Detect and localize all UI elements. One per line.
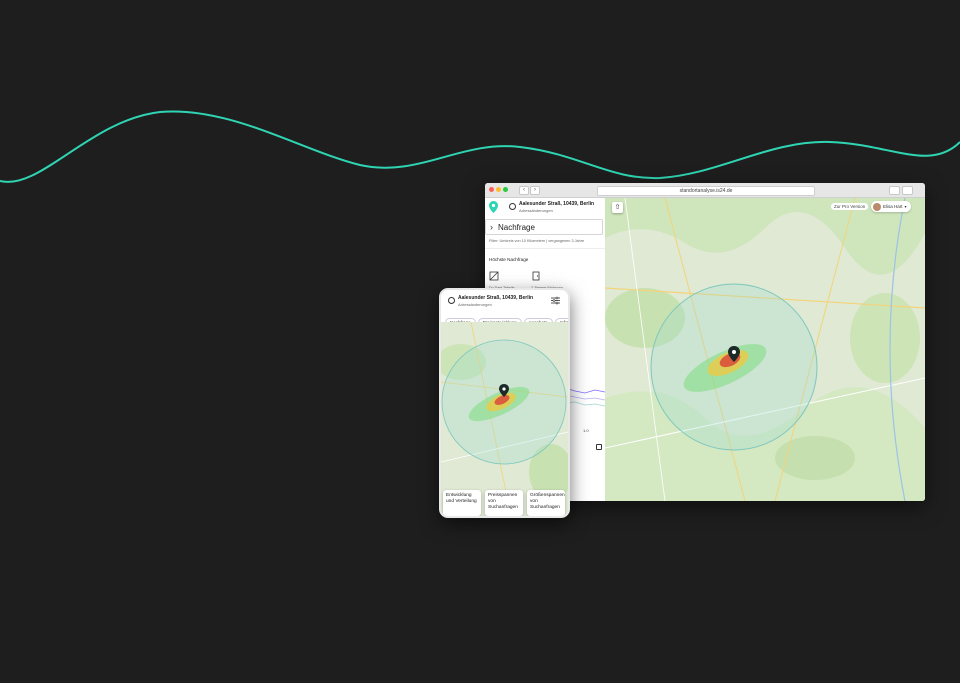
- filter-sliders-icon[interactable]: [551, 296, 560, 305]
- search-icon: [509, 203, 516, 210]
- sidebar-line-chart: [565, 387, 605, 407]
- location-pin-logo-icon: [489, 201, 498, 213]
- highest-demand-heading: Höchste Nachfrage: [489, 257, 529, 262]
- address-subtext: Adressänderungen: [519, 208, 553, 213]
- share-button[interactable]: [889, 186, 900, 195]
- upload-button[interactable]: ⇧: [612, 202, 623, 213]
- mobile-address-sub: Adressänderungen: [458, 302, 492, 307]
- card-groessenspannen[interactable]: Größenspannen von Suchanfragen: [527, 490, 565, 516]
- section-title: Nachfrage: [498, 223, 535, 232]
- address-search[interactable]: Aalesunder Straß, 10439, Berlin Adressän…: [505, 200, 603, 214]
- mobile-map-view[interactable]: [441, 322, 568, 516]
- tabs-button[interactable]: [902, 186, 913, 195]
- pro-version-button[interactable]: Zur Pro Version: [831, 203, 869, 210]
- maximize-window-button[interactable]: [503, 187, 508, 192]
- map-view[interactable]: ⇧ Zur Pro Version Elisa Hart ▾: [605, 198, 925, 501]
- demand-item-a: Du Dant Tabelle: [489, 268, 515, 290]
- door-icon: [532, 271, 540, 281]
- filter-text: Filter: Umkreis von 10 Kilometern | verg…: [489, 239, 585, 243]
- map-canvas: [605, 198, 925, 501]
- card-preisspannen[interactable]: Preisspannen von Suchanfragen: [485, 490, 523, 516]
- mobile-device: Aalesunder Straß, 10439, Berlin Adressän…: [439, 288, 570, 518]
- demand-item-b: 2-Zimmer Wohnung: [531, 268, 563, 290]
- browser-titlebar: ‹ › standortanalyse.is24.de: [485, 183, 925, 198]
- minimize-window-button[interactable]: [496, 187, 501, 192]
- mobile-map-canvas: [441, 322, 568, 516]
- mobile-address: Aalesunder Straß, 10439, Berlin: [458, 295, 534, 301]
- user-menu[interactable]: Elisa Hart ▾: [871, 201, 911, 212]
- back-button[interactable]: ‹: [519, 186, 529, 195]
- url-bar[interactable]: standortanalyse.is24.de: [597, 186, 815, 196]
- section-header[interactable]: › Nachfrage: [485, 219, 603, 235]
- user-name: Elisa Hart: [883, 204, 903, 209]
- mobile-search[interactable]: Aalesunder Straß, 10439, Berlin Adressän…: [445, 294, 563, 308]
- avatar: [873, 202, 881, 211]
- upload-icon: ⇧: [614, 204, 621, 211]
- card-entwicklung[interactable]: Entwicklung und Verteilung: [443, 490, 481, 516]
- chevron-right-icon: ›: [490, 222, 493, 232]
- chevron-down-icon: ▾: [904, 204, 907, 209]
- area-icon: [489, 271, 499, 281]
- close-window-button[interactable]: [489, 187, 494, 192]
- lock-icon: [596, 444, 602, 450]
- legend-value: 1.0: [583, 428, 589, 433]
- forward-button[interactable]: ›: [530, 186, 540, 195]
- address-text: Aalesunder Straß, 10439, Berlin: [519, 201, 595, 207]
- search-icon: [448, 297, 455, 304]
